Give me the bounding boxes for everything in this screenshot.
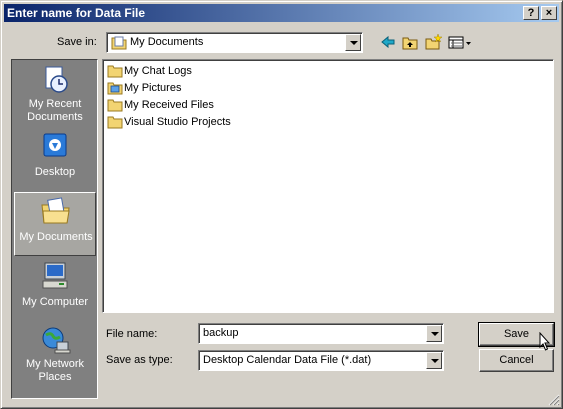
place-my-documents[interactable]: My Documents xyxy=(14,192,96,256)
network-places-icon xyxy=(42,327,71,354)
my-documents-folder-icon xyxy=(111,36,127,50)
place-label: Desktop xyxy=(34,166,76,178)
save-in-dropdown[interactable]: My Documents xyxy=(106,32,363,53)
back-arrow-icon[interactable] xyxy=(379,33,397,51)
help-button[interactable]: ? xyxy=(523,6,539,20)
file-name-label: File name: xyxy=(106,328,158,340)
place-my-network-places[interactable]: My Network Places xyxy=(14,322,96,386)
my-documents-icon xyxy=(41,197,70,224)
save-dialog: Enter name for Data File ? × Save in: My… xyxy=(0,0,563,409)
place-label: My Computer xyxy=(21,296,89,308)
pictures-folder-icon xyxy=(107,82,123,95)
save-in-label: Save in: xyxy=(57,36,97,48)
folder-icon xyxy=(107,99,123,112)
file-name-dropdown-arrow[interactable] xyxy=(426,325,442,342)
save-in-dropdown-arrow[interactable] xyxy=(345,34,361,51)
file-name-value: backup xyxy=(203,327,239,339)
resize-grip-icon[interactable] xyxy=(548,394,560,406)
save-as-type-dropdown[interactable]: Desktop Calendar Data File (*.dat) xyxy=(198,350,444,371)
save-in-value: My Documents xyxy=(130,36,204,48)
up-folder-icon[interactable] xyxy=(401,33,419,51)
place-my-recent-documents[interactable]: My Recent Documents xyxy=(14,62,96,126)
my-computer-icon xyxy=(42,262,68,289)
folder-icon xyxy=(107,65,123,78)
cancel-button[interactable]: Cancel xyxy=(479,349,554,372)
desktop-icon xyxy=(43,133,67,157)
folder-icon xyxy=(107,116,123,129)
new-folder-icon[interactable] xyxy=(424,33,442,51)
title-bar[interactable]: Enter name for Data File ? × xyxy=(4,4,559,22)
file-list[interactable]: My Chat Logs My Pictures My Received Fil… xyxy=(102,59,554,313)
save-as-type-label: Save as type: xyxy=(106,354,173,366)
file-name: Visual Studio Projects xyxy=(124,116,231,128)
file-name: My Received Files xyxy=(124,99,214,111)
close-button[interactable]: × xyxy=(541,6,557,20)
place-label: My Network Places xyxy=(25,358,85,383)
save-as-type-dropdown-arrow[interactable] xyxy=(426,352,442,369)
places-bar: My Recent Documents Desktop My Documents xyxy=(11,59,98,399)
place-desktop[interactable]: Desktop xyxy=(14,128,96,192)
file-name: My Chat Logs xyxy=(124,65,192,77)
file-name: My Pictures xyxy=(124,82,182,94)
recent-documents-icon xyxy=(45,66,68,93)
window-title: Enter name for Data File xyxy=(7,6,146,20)
place-my-computer[interactable]: My Computer xyxy=(14,258,96,322)
save-as-type-value: Desktop Calendar Data File (*.dat) xyxy=(203,354,372,366)
mouse-cursor-icon xyxy=(539,332,551,351)
file-name-input[interactable]: backup xyxy=(198,323,444,344)
place-label: My Recent Documents xyxy=(27,98,83,123)
place-label: My Documents xyxy=(19,231,93,243)
views-menu-icon[interactable] xyxy=(447,33,473,51)
